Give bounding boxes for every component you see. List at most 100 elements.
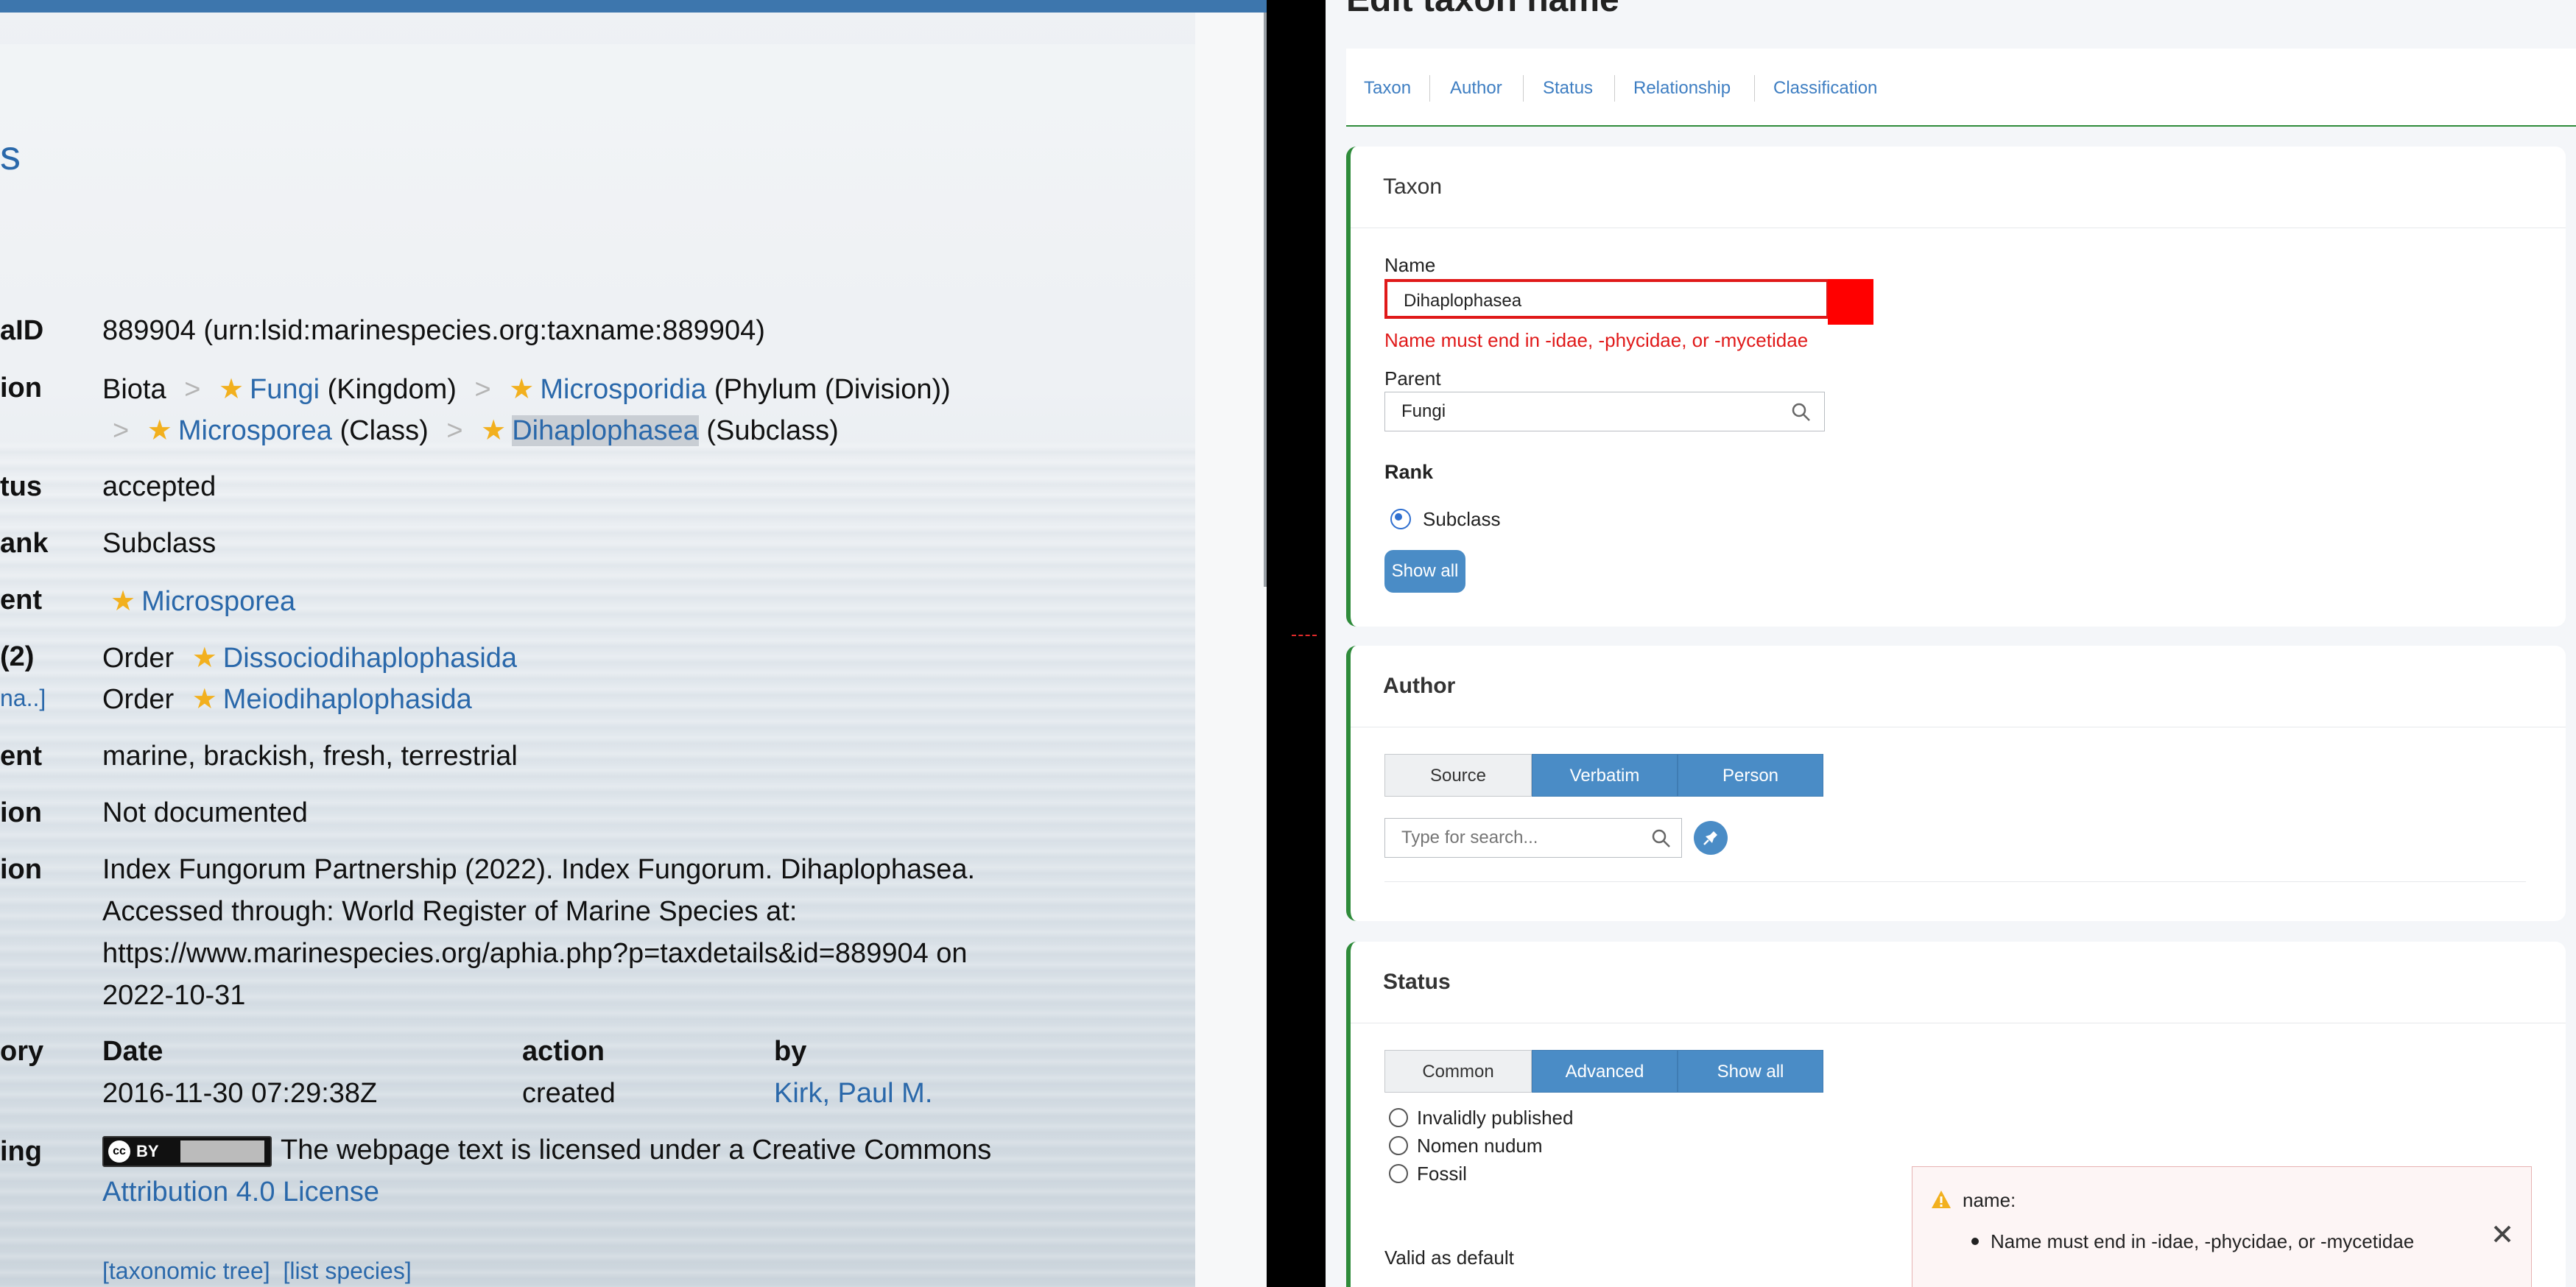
page-title-fragment: s xyxy=(0,132,21,178)
warning-icon xyxy=(1932,1191,1951,1208)
status-option-label: Fossil xyxy=(1417,1163,1467,1185)
classification-link-dihaplophasea[interactable]: Dihaplophasea xyxy=(512,415,699,446)
validation-error-toast: name: Name must end in -idae, -phycidae,… xyxy=(1912,1166,2532,1287)
classification-rank: (Subclass) xyxy=(706,415,839,446)
status-show-all-button[interactable]: Show all xyxy=(1678,1050,1823,1093)
tab-taxon[interactable]: Taxon xyxy=(1364,78,1411,99)
classification-line-1: Biota > ★ Fungi (Kingdom) > ★ Microsporidi… xyxy=(102,373,951,406)
star-icon: ★ xyxy=(110,586,136,617)
citation-line: Accessed through: World Register of Mari… xyxy=(102,896,798,927)
tab-classification[interactable]: Classification xyxy=(1773,78,1877,99)
author-person-button[interactable]: Person xyxy=(1678,754,1823,797)
classification-link-microsporidia[interactable]: Microsporidia xyxy=(540,374,706,405)
status-radio-nomen-nudum[interactable] xyxy=(1389,1136,1408,1155)
close-icon[interactable] xyxy=(2491,1223,2513,1245)
classification-separator: > xyxy=(446,415,463,446)
edit-tabs: Taxon Author Status Relationship Classif… xyxy=(1346,49,2576,127)
history-author-link[interactable]: Kirk, Paul M. xyxy=(774,1078,932,1110)
name-label: Name xyxy=(1384,254,1436,276)
classification-link-fungi[interactable]: Fungi xyxy=(250,374,320,405)
top-header-bar xyxy=(0,0,1267,13)
history-header-date: Date xyxy=(102,1036,163,1067)
author-search-input[interactable] xyxy=(1384,818,1682,858)
footer-links: [taxonomic tree] [list species] xyxy=(102,1258,412,1285)
toast-field-name: name: xyxy=(1963,1189,2016,1211)
drag-handle-icon[interactable] xyxy=(1292,635,1317,638)
rank-label: Rank xyxy=(1384,461,1434,483)
edit-taxon-panel: Edit taxon name Taxon Author Status Rela… xyxy=(1326,0,2576,1287)
parent-value: ★ Microsporea xyxy=(110,585,295,618)
name-error-message: Name must end in -idae, -phycidae, or -m… xyxy=(1384,329,1809,351)
search-icon[interactable] xyxy=(1791,402,1812,423)
pin-button[interactable] xyxy=(1694,821,1728,855)
search-icon[interactable] xyxy=(1651,828,1672,849)
rank-option-label: Subclass xyxy=(1423,508,1501,530)
child-row: Order ★ Dissociodihaplophasida xyxy=(102,641,517,674)
history-header-action: action xyxy=(522,1036,605,1067)
status-option-label: Invalidly published xyxy=(1417,1107,1574,1129)
label-children-count: (2) xyxy=(0,641,35,672)
list-species-link[interactable]: [list species] xyxy=(283,1258,411,1284)
classification-rank: (Kingdom) xyxy=(327,374,457,405)
taxon-detail-page: s aID ion tus ank ent (2) na..] ent ion … xyxy=(0,0,1267,1287)
taxonomic-tree-link[interactable]: [taxonomic tree] xyxy=(102,1258,270,1284)
label-aphia-id: aID xyxy=(0,315,44,346)
citation-line: Index Fungorum Partnership (2022). Index… xyxy=(102,854,976,885)
author-verbatim-button[interactable]: Verbatim xyxy=(1532,754,1678,797)
classification-root: Biota xyxy=(102,374,166,405)
cc-by-badge[interactable]: cc BY xyxy=(102,1135,272,1167)
label-citation: ion xyxy=(0,854,42,885)
classification-separator: > xyxy=(113,415,130,446)
parent-label: Parent xyxy=(1384,367,1441,389)
aphia-link-fragment[interactable]: na..] xyxy=(0,685,46,712)
child-link-meiodihaplophasida[interactable]: Meiodihaplophasida xyxy=(223,684,472,715)
license-link[interactable]: Attribution 4.0 License xyxy=(102,1177,379,1208)
tab-author[interactable]: Author xyxy=(1450,78,1502,99)
star-icon: ★ xyxy=(218,374,244,405)
history-date: 2016-11-30 07:29:38Z xyxy=(102,1078,378,1109)
status-option-label: Nomen nudum xyxy=(1417,1135,1543,1157)
tab-status[interactable]: Status xyxy=(1543,78,1593,99)
parent-link[interactable]: Microsporea xyxy=(141,586,295,617)
label-environment: ent xyxy=(0,741,42,772)
license-line: cc BY The webpage text is licensed under a… xyxy=(102,1135,991,1167)
label-history: ory xyxy=(0,1036,44,1067)
rank-value: Subclass xyxy=(102,528,217,559)
author-source-button[interactable]: Source xyxy=(1384,754,1532,797)
author-section-heading: Author xyxy=(1383,674,1456,698)
environment-value: marine, brackish, fresh, terrestrial xyxy=(102,741,518,772)
fossil-range-value: Not documented xyxy=(102,797,308,828)
pin-icon xyxy=(1703,831,1717,845)
child-rank: Order xyxy=(102,684,175,715)
child-link-dissociodihaplophasida[interactable]: Dissociodihaplophasida xyxy=(223,643,517,674)
child-rank: Order xyxy=(102,643,175,674)
star-icon: ★ xyxy=(509,374,535,405)
name-error-indicator xyxy=(1828,279,1873,325)
aphia-id-value: 889904 (urn:lsid:marinespecies.org:taxna… xyxy=(102,315,765,346)
name-input[interactable]: Dihaplophasea xyxy=(1384,279,1829,319)
history-action: created xyxy=(522,1078,616,1109)
status-common-button[interactable]: Common xyxy=(1384,1050,1532,1093)
by-logo-icon: BY xyxy=(136,1141,159,1160)
rank-radio-subclass[interactable] xyxy=(1390,509,1411,529)
status-radio-fossil[interactable] xyxy=(1389,1164,1408,1183)
toast-message: Name must end in -idae, -phycidae, or -m… xyxy=(1991,1230,2415,1252)
status-advanced-button[interactable]: Advanced xyxy=(1532,1050,1678,1093)
status-radio-invalidly-published[interactable] xyxy=(1389,1108,1408,1127)
citation-line: 2022-10-31 xyxy=(102,980,246,1011)
parent-input[interactable]: Fungi xyxy=(1384,392,1825,431)
classification-link-microsporea[interactable]: Microsporea xyxy=(178,415,332,446)
panel-divider[interactable] xyxy=(1267,0,1326,1287)
label-licensing: ing xyxy=(0,1136,42,1167)
status-value: accepted xyxy=(102,471,217,502)
label-classification: ion xyxy=(0,373,42,403)
star-icon: ★ xyxy=(147,415,172,446)
tab-relationship[interactable]: Relationship xyxy=(1633,78,1731,99)
rank-show-all-button[interactable]: Show all xyxy=(1384,550,1465,593)
history-header-by: by xyxy=(774,1036,807,1067)
classification-rank: (Phylum (Division)) xyxy=(714,374,951,405)
license-text: The webpage text is licensed under a Cre… xyxy=(281,1135,992,1166)
valid-as-default-label: Valid as default xyxy=(1384,1247,1514,1269)
label-status: tus xyxy=(0,471,42,502)
classification-rank: (Class) xyxy=(339,415,429,446)
